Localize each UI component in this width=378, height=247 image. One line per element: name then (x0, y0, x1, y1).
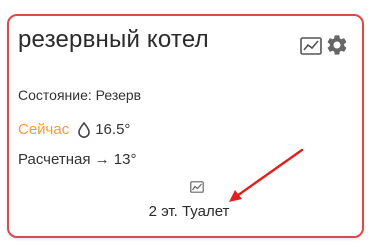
location-label: 2 эт. Туалет (148, 203, 230, 220)
state-text: Состояние: Резерв (18, 87, 142, 103)
card-title: резервный котел (18, 26, 209, 53)
current-temp-value: 16.5° (95, 121, 131, 138)
gear-icon[interactable] (325, 33, 349, 57)
line-chart-icon[interactable] (190, 180, 204, 193)
now-label: Сейчас (18, 121, 70, 138)
calculated-temp-text: Расчетная → 13° (18, 151, 137, 168)
line-chart-icon[interactable] (300, 37, 322, 55)
water-drop-icon (77, 121, 91, 138)
current-temp-row: Сейчас 16.5° (18, 121, 130, 138)
